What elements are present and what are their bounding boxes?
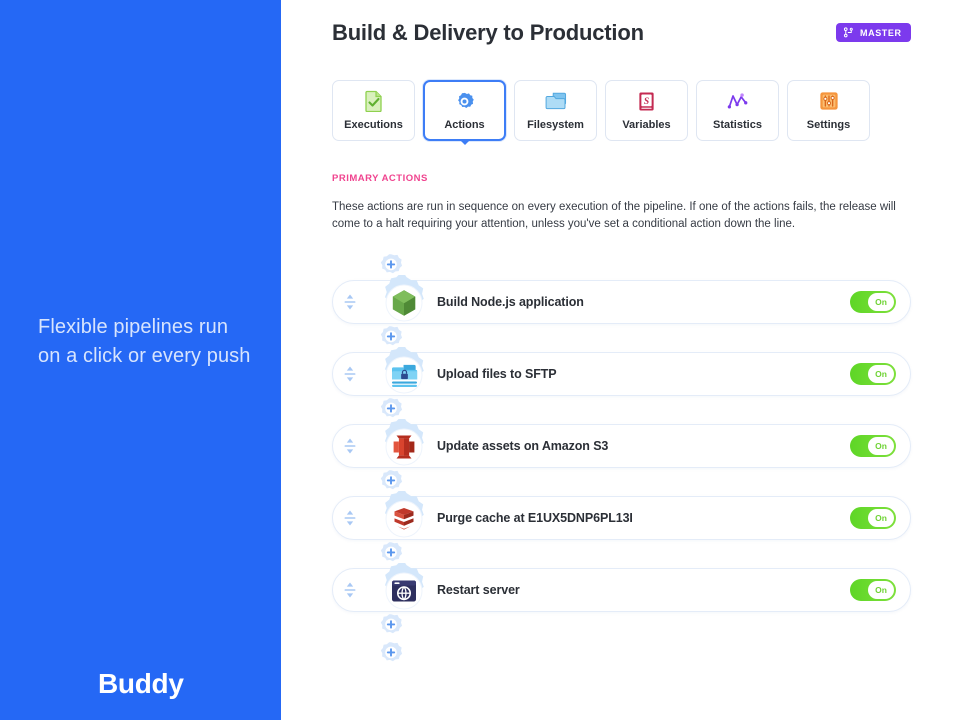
- cloudfront-icon: [390, 505, 418, 533]
- tab-statistics[interactable]: Statistics: [696, 80, 779, 141]
- tab-label: Actions: [444, 119, 485, 131]
- toggle-knob-label: On: [868, 581, 894, 599]
- document-check-icon: [363, 90, 385, 112]
- toggle-knob-label: On: [868, 509, 894, 527]
- git-branch-icon: [843, 27, 854, 38]
- action-toggle[interactable]: On: [850, 363, 896, 385]
- gear-icon: [454, 90, 476, 112]
- browser-globe-icon: [390, 577, 418, 605]
- drag-handle-icon[interactable]: [333, 293, 367, 311]
- drag-handle-icon[interactable]: [333, 365, 367, 383]
- action-icon: [376, 347, 432, 403]
- buddy-logo: Buddy: [98, 668, 184, 699]
- add-action-button-partial[interactable]: [375, 640, 407, 668]
- toggle-knob-label: On: [868, 293, 894, 311]
- tab-label: Settings: [806, 119, 851, 131]
- svg-text:S: S: [644, 96, 649, 106]
- tab-actions[interactable]: Actions: [423, 80, 506, 145]
- pipeline-action-list: Build Node.js application On Upload file…: [281, 252, 960, 668]
- section-description: These actions are run in sequence on eve…: [332, 201, 896, 230]
- action-row[interactable]: Update assets on Amazon S3 On: [332, 419, 911, 468]
- tab-label: Executions: [344, 119, 403, 131]
- action-icon: [376, 563, 432, 619]
- tab-variables[interactable]: S Variables: [605, 80, 688, 141]
- branch-badge[interactable]: MASTER: [836, 23, 911, 42]
- action-toggle[interactable]: On: [850, 291, 896, 313]
- tab-filesystem[interactable]: Filesystem: [514, 80, 597, 141]
- action-label: Restart server: [437, 583, 520, 597]
- drag-handle-icon[interactable]: [333, 437, 367, 455]
- sliders-icon: [818, 90, 840, 112]
- toggle-knob-label: On: [868, 365, 894, 383]
- amazon-s3-icon: [390, 433, 418, 461]
- action-label: Build Node.js application: [437, 295, 584, 309]
- add-action-button[interactable]: [375, 612, 407, 640]
- tab-bar: Executions Actions Filesystem S Variable…: [332, 80, 870, 145]
- section-label: PRIMARY ACTIONS: [332, 173, 428, 184]
- promo-tagline: Flexible pipelines run on a click or eve…: [38, 316, 251, 367]
- tab-settings[interactable]: Settings: [787, 80, 870, 141]
- action-icon: [376, 491, 432, 547]
- action-label: Purge cache at E1UX5DNP6PL13I: [437, 511, 633, 525]
- tab-executions[interactable]: Executions: [332, 80, 415, 141]
- tab-label: Statistics: [713, 119, 762, 131]
- action-row[interactable]: Restart server On: [332, 563, 911, 612]
- app-root: Flexible pipelines run on a click or eve…: [0, 0, 960, 720]
- sftp-folder-lock-icon: [390, 361, 418, 389]
- variable-book-icon: S: [636, 90, 658, 112]
- drag-handle-icon[interactable]: [333, 581, 367, 599]
- action-row[interactable]: Upload files to SFTP On: [332, 347, 911, 396]
- page-title: Build & Delivery to Production: [332, 20, 644, 45]
- tab-label: Variables: [622, 119, 671, 131]
- action-toggle[interactable]: On: [850, 507, 896, 529]
- main-panel: Build & Delivery to Production MASTER Ex…: [281, 0, 960, 720]
- action-toggle[interactable]: On: [850, 435, 896, 457]
- drag-handle-icon[interactable]: [333, 509, 367, 527]
- action-toggle[interactable]: On: [850, 579, 896, 601]
- nodejs-icon: [390, 289, 418, 317]
- action-icon: [376, 419, 432, 475]
- branch-badge-label: MASTER: [860, 27, 902, 38]
- tab-label: Filesystem: [527, 119, 584, 131]
- action-row[interactable]: Purge cache at E1UX5DNP6PL13I On: [332, 491, 911, 540]
- toggle-knob-label: On: [868, 437, 894, 455]
- action-row[interactable]: Build Node.js application On: [332, 275, 911, 324]
- promo-sidebar: Flexible pipelines run on a click or eve…: [0, 0, 281, 720]
- folder-icon: [545, 90, 567, 112]
- action-label: Upload files to SFTP: [437, 367, 557, 381]
- action-icon: [376, 275, 432, 331]
- action-label: Update assets on Amazon S3: [437, 439, 609, 453]
- line-chart-icon: [727, 90, 749, 112]
